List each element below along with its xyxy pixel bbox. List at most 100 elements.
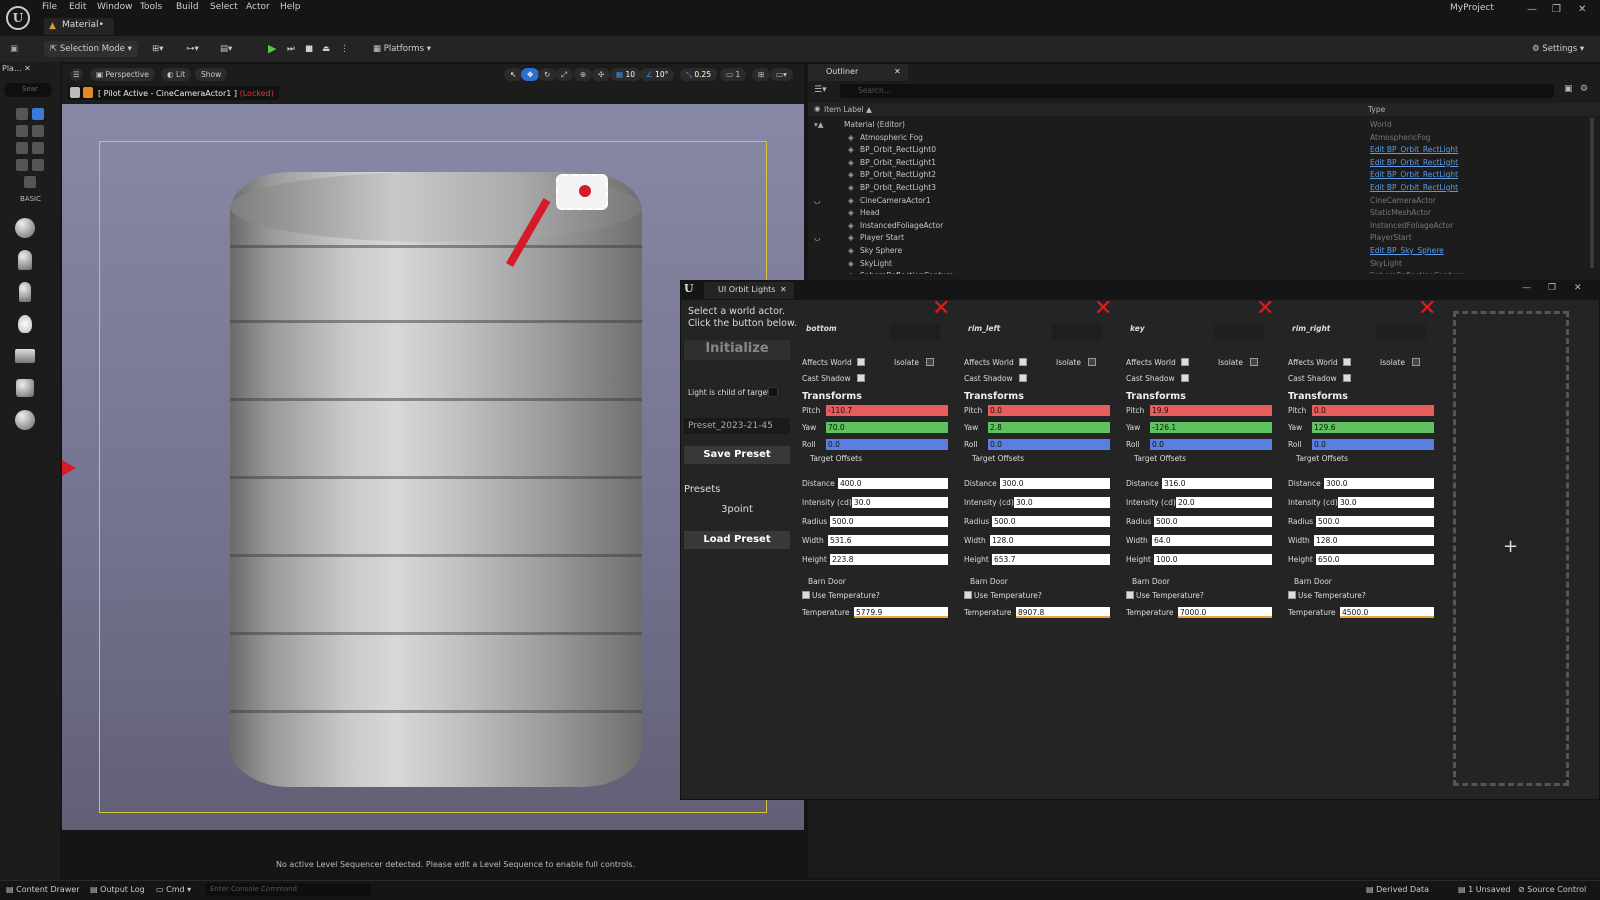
grid-snap-button[interactable]: ▦ 10 — [610, 68, 642, 81]
rect-light-icon[interactable] — [556, 174, 608, 210]
shapes-category-icon[interactable] — [32, 125, 44, 137]
content-drawer-button[interactable]: ▤ Content Drawer — [6, 885, 80, 894]
col-type[interactable]: Type — [1368, 105, 1385, 114]
isolate-checkbox[interactable] — [1088, 358, 1096, 366]
width-field[interactable]: 128.0 — [1314, 535, 1434, 546]
outliner-row[interactable]: ◈ BP_Orbit_RectLight0 Edit BP_Orbit_RectLi… — [808, 144, 1600, 156]
visibility-icon[interactable]: ◡ — [814, 195, 821, 207]
distance-field[interactable]: 400.0 — [838, 478, 948, 489]
outliner-row-type[interactable]: Edit BP_Orbit_RectLight — [1370, 169, 1458, 181]
document-tab[interactable]: ▲ Material• — [44, 18, 114, 35]
empty-actor-icon[interactable] — [10, 213, 40, 243]
use-temperature-checkbox[interactable] — [1288, 591, 1296, 599]
menu-tools[interactable]: Tools — [140, 2, 162, 12]
radius-field[interactable]: 500.0 — [1316, 516, 1434, 527]
outliner-row[interactable]: ◈ Atmospheric Fog AtmosphericFog — [808, 132, 1600, 144]
menu-window[interactable]: Window — [97, 2, 133, 12]
distance-field[interactable]: 300.0 — [1000, 478, 1110, 489]
remove-light-icon[interactable]: ✕ — [1094, 298, 1112, 320]
outliner-settings-icon[interactable]: ⚙ — [1580, 84, 1588, 94]
volumes-category-icon[interactable] — [32, 159, 44, 171]
source-control-button[interactable]: ⊘ Source Control — [1518, 885, 1586, 894]
save-preset-button[interactable]: Save Preset — [684, 446, 790, 464]
step-icon[interactable]: ⏭ — [287, 41, 295, 57]
lit-button[interactable]: ◐ Lit — [161, 68, 192, 81]
outliner-row[interactable]: ◈ Sky Sphere Edit BP_Sky_Sphere — [808, 245, 1600, 257]
light-name-label[interactable]: key — [1130, 324, 1145, 333]
temperature-field[interactable]: 7000.0 — [1178, 607, 1272, 618]
cube-icon[interactable] — [10, 373, 40, 403]
visibility-icon[interactable]: ◡ — [814, 232, 821, 244]
target-offsets-label[interactable]: Target Offsets — [1134, 454, 1186, 463]
outliner-row[interactable]: ◈ BP_Orbit_RectLight1 Edit BP_Orbit_RectLi… — [808, 157, 1600, 169]
maximize-viewport-icon[interactable]: ⊞ — [752, 68, 771, 81]
use-temperature-checkbox[interactable] — [802, 591, 810, 599]
perspective-button[interactable]: ▣ Perspective — [90, 68, 155, 81]
target-offsets-label[interactable]: Target Offsets — [810, 454, 862, 463]
height-field[interactable]: 650.0 — [1316, 554, 1434, 565]
yaw-field[interactable]: 70.0 — [826, 422, 948, 433]
remove-light-icon[interactable]: ✕ — [932, 298, 950, 320]
roll-field[interactable]: 0.0 — [1150, 439, 1272, 450]
distance-field[interactable]: 300.0 — [1324, 478, 1434, 489]
intensity-field[interactable]: 30.0 — [1338, 497, 1434, 508]
isolate-checkbox[interactable] — [1250, 358, 1258, 366]
outliner-row[interactable]: ◈ BP_Orbit_RectLight3 Edit BP_Orbit_RectLi… — [808, 182, 1600, 194]
outliner-row-type[interactable]: Edit BP_Orbit_RectLight — [1370, 157, 1458, 169]
menu-build[interactable]: Build — [176, 2, 199, 12]
child-of-target-checkbox[interactable] — [768, 387, 778, 397]
menu-help[interactable]: Help — [280, 2, 301, 12]
select-tool-icon[interactable]: ↖ — [504, 68, 523, 81]
menu-file[interactable]: File — [42, 2, 57, 12]
roll-field[interactable]: 0.0 — [826, 439, 948, 450]
empty-character-icon[interactable] — [10, 245, 40, 275]
plugin-minimize-button[interactable]: — — [1522, 283, 1531, 293]
world-space-icon[interactable]: ⊕ — [574, 68, 593, 81]
intensity-field[interactable]: 30.0 — [1014, 497, 1110, 508]
all-classes-icon[interactable] — [24, 176, 36, 188]
initialize-button[interactable]: Initialize — [684, 340, 790, 360]
close-window-button[interactable]: ✕ — [1578, 4, 1586, 15]
visibility-icon[interactable]: ◉ — [814, 104, 821, 113]
height-field[interactable]: 653.7 — [992, 554, 1110, 565]
roll-field[interactable]: 0.0 — [988, 439, 1110, 450]
use-temperature-checkbox[interactable] — [964, 591, 972, 599]
roll-field[interactable]: 0.0 — [1312, 439, 1434, 450]
menu-edit[interactable]: Edit — [69, 2, 86, 12]
cast-shadow-checkbox[interactable] — [1343, 374, 1351, 382]
menu-select[interactable]: Select — [210, 2, 238, 12]
rotation-snap-button[interactable]: ∠ 10° — [640, 68, 675, 81]
affects-world-checkbox[interactable] — [1343, 358, 1351, 366]
selection-mode-dropdown[interactable]: ⇱ Selection Mode ▾ — [44, 41, 138, 57]
barn-door-label[interactable]: Barn Door — [1294, 577, 1332, 586]
camera-icon[interactable] — [70, 87, 80, 98]
isolate-checkbox[interactable] — [926, 358, 934, 366]
camera-speed-button[interactable]: ▭ 1 — [720, 68, 747, 81]
intensity-field[interactable]: 30.0 — [852, 497, 948, 508]
place-actors-search[interactable]: Sear — [4, 83, 52, 97]
outliner-row[interactable]: ◈ SkyLight SkyLight — [808, 258, 1600, 270]
affects-world-checkbox[interactable] — [1181, 358, 1189, 366]
rotate-tool-icon[interactable]: ↻ — [538, 68, 557, 81]
radius-field[interactable]: 500.0 — [992, 516, 1110, 527]
add-actor-icon[interactable]: ⊞▾ — [152, 41, 163, 57]
height-field[interactable]: 100.0 — [1154, 554, 1272, 565]
add-folder-icon[interactable]: ▣ — [1564, 84, 1573, 94]
viewport-menu-icon[interactable]: ☰ — [70, 68, 83, 81]
radius-field[interactable]: 500.0 — [830, 516, 948, 527]
yaw-field[interactable]: -126.1 — [1150, 422, 1272, 433]
add-light-icon[interactable]: + — [1503, 536, 1518, 557]
light-name-label[interactable]: rim_left — [968, 324, 1000, 333]
more-options-icon[interactable]: ⋮ — [340, 41, 349, 57]
geometry-category-icon[interactable] — [16, 159, 28, 171]
preset-name-input[interactable]: Preset_2023-21-45 — [684, 418, 790, 434]
filter-icon[interactable]: ☰▾ — [814, 85, 827, 95]
barn-door-label[interactable]: Barn Door — [970, 577, 1008, 586]
close-plugin-tab-icon[interactable]: ✕ — [780, 285, 787, 294]
save-icon[interactable]: ▣ — [10, 41, 18, 57]
load-preset-button[interactable]: Load Preset — [684, 531, 790, 549]
target-offsets-label[interactable]: Target Offsets — [972, 454, 1024, 463]
orbit-lights-tab[interactable]: UI Orbit Lights ✕ — [704, 282, 794, 299]
light-name-label[interactable]: bottom — [806, 324, 837, 333]
show-button[interactable]: Show — [195, 68, 228, 81]
